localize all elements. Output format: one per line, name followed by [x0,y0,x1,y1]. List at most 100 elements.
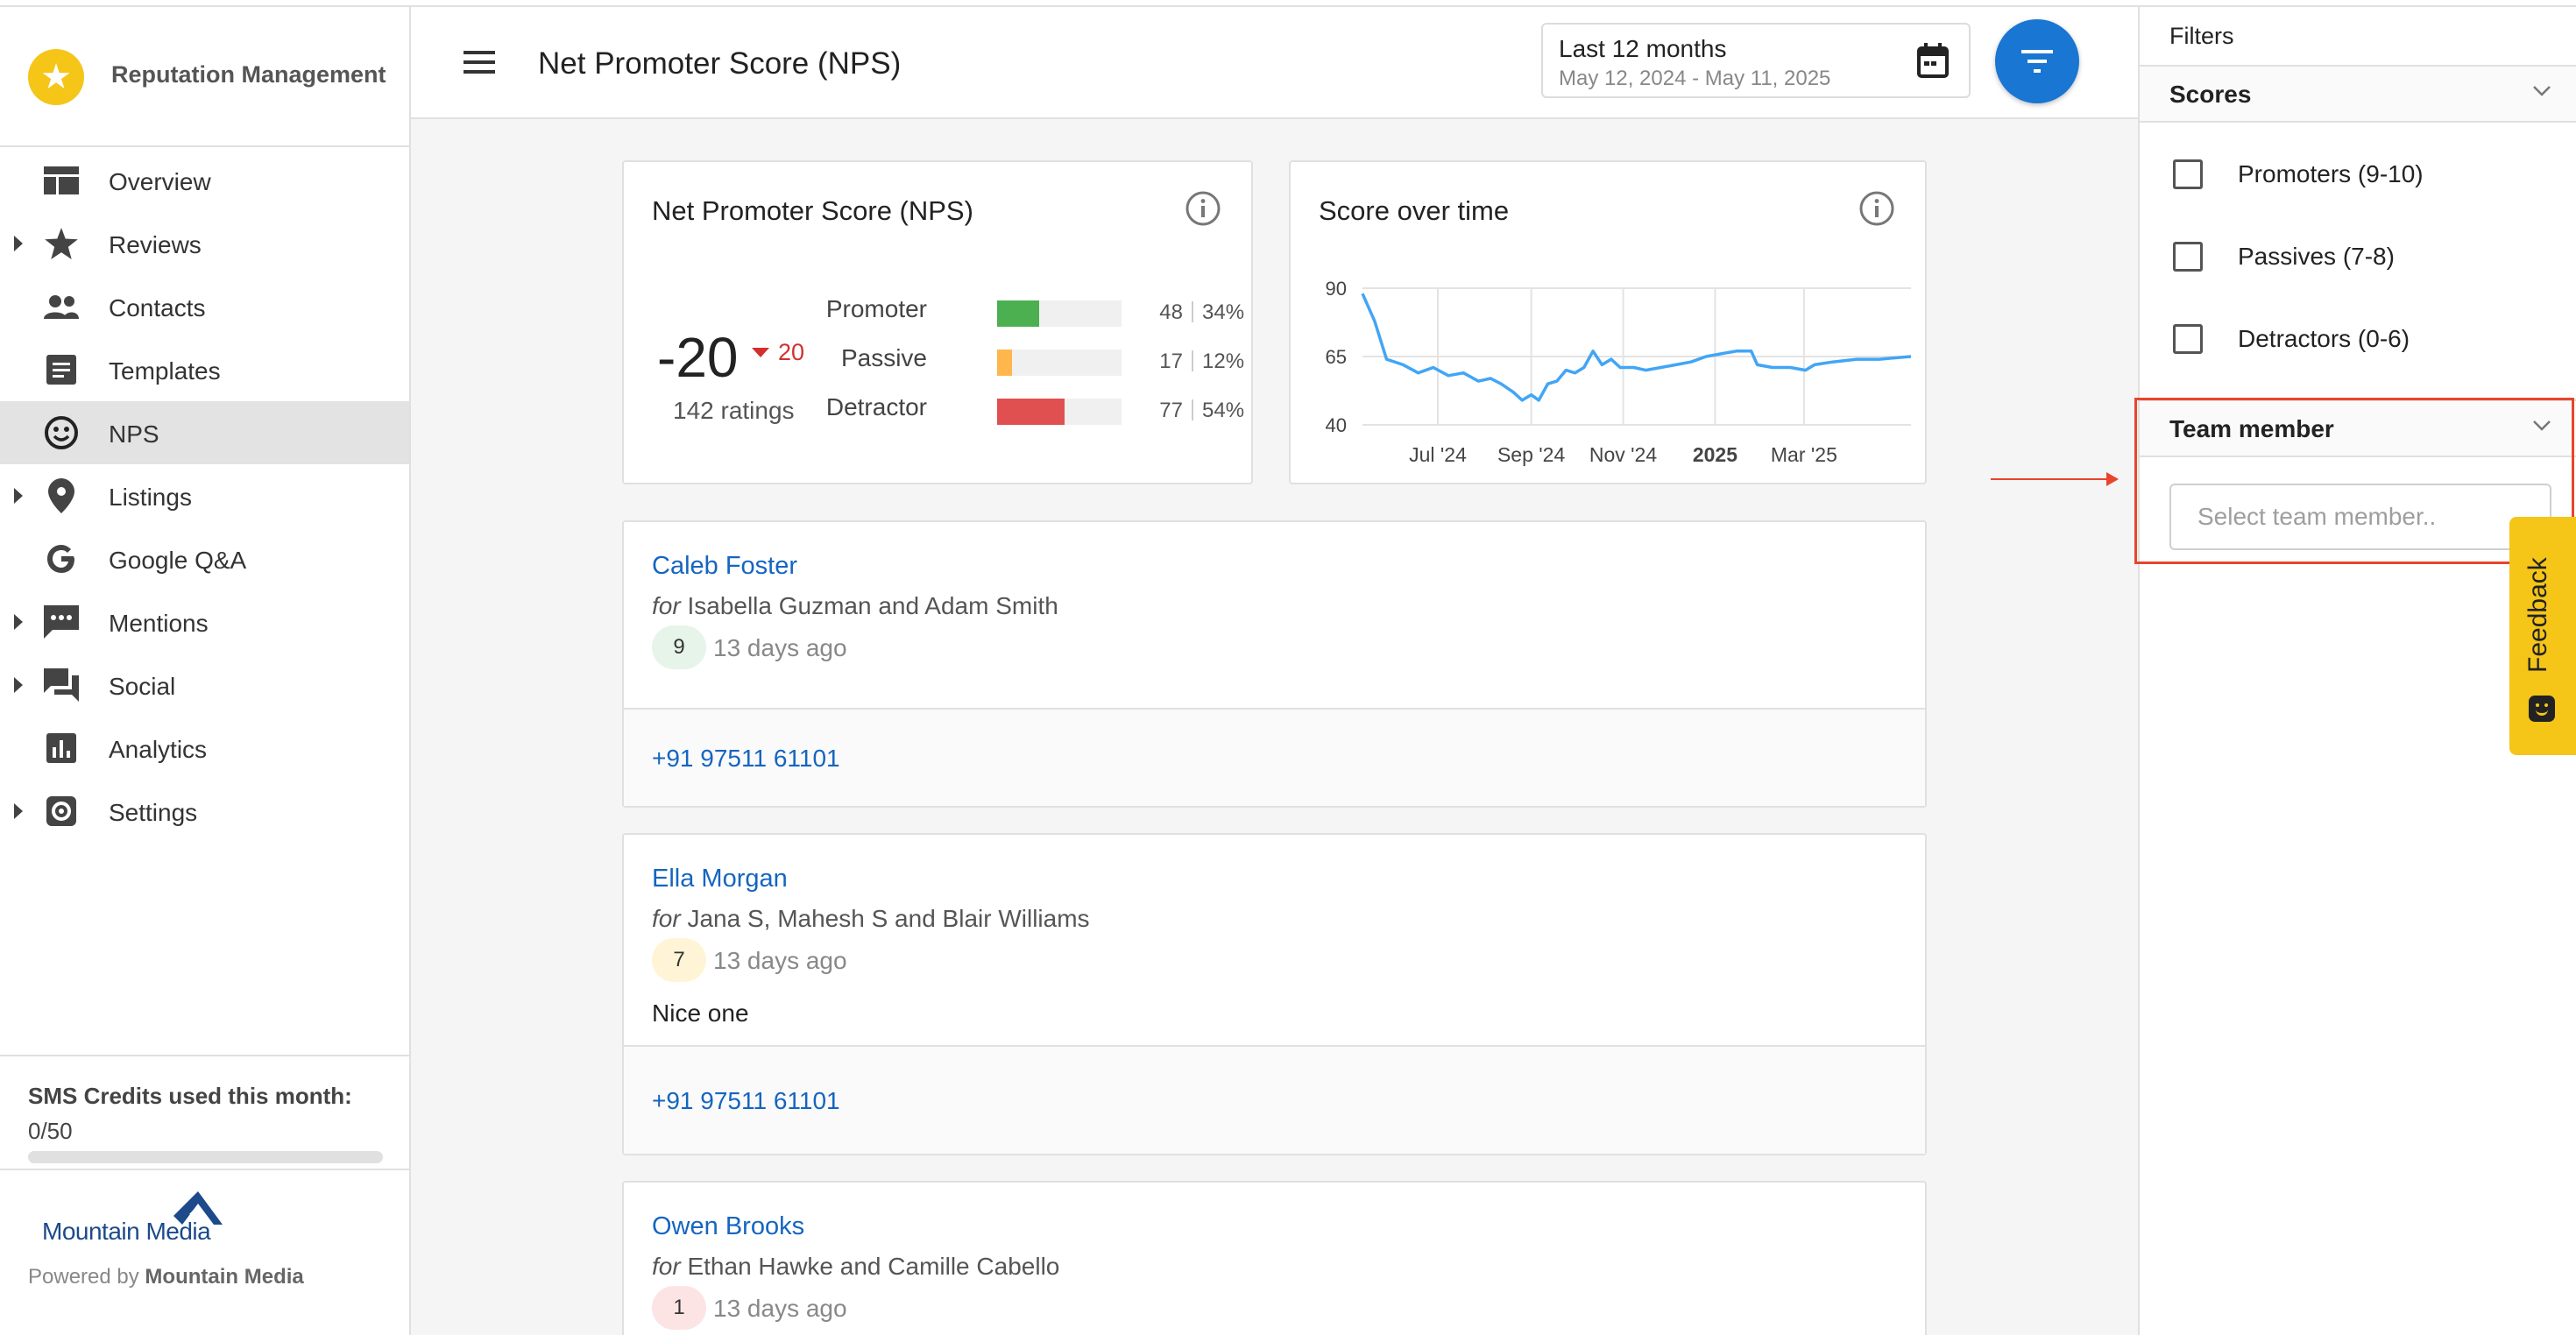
team-member-section-label: Team member [2169,415,2334,442]
top-border [0,0,2576,7]
distribution-percent: 34% [1202,300,1245,324]
expand-caret-icon[interactable] [14,488,23,504]
review-phone-link[interactable]: +91 97511 61101 [652,745,840,773]
sidebar-item-overview[interactable]: Overview [0,149,409,212]
expand-caret-icon[interactable] [14,236,23,251]
chart-x-tick-label: 2025 [1693,443,1737,466]
score-filter-checkbox[interactable] [2173,159,2203,189]
sms-credits-progress-bar [28,1151,383,1163]
sidebar-item-settings[interactable]: Settings [0,780,409,843]
distribution-count: 17 [1159,350,1183,373]
date-range-label: Last 12 months [1559,35,1727,62]
star-icon [44,228,79,259]
team-member-input[interactable] [2197,503,2539,531]
review-phone-link[interactable]: +91 97511 61101 [652,1087,840,1115]
chart-y-tick-label: 65 [1326,346,1347,368]
sidebar-item-analytics[interactable]: Analytics [0,717,409,780]
sidebar-item-label: Social [109,673,176,700]
chevron-down-icon [2533,86,2551,96]
chat-bubble-icon [44,605,79,639]
chart-y-tick-label: 40 [1326,414,1347,436]
sidebar-item-contacts[interactable]: Contacts [0,275,409,338]
sidebar-item-mentions[interactable]: Mentions [0,590,409,653]
expand-caret-icon[interactable] [14,614,23,630]
sms-credits: SMS Credits used this month: 0/50 [0,1055,409,1170]
distribution-bar [997,350,1122,376]
sidebar-item-listings[interactable]: Listings [0,464,409,527]
distribution-bar [997,399,1122,425]
review-for-line: for Ethan Hawke and Camille Cabello [652,1253,1059,1281]
sidebar-item-google-q-a[interactable]: Google Q&A [0,527,409,590]
location-pin-icon [44,478,79,513]
feedback-smiley-icon [2529,696,2555,722]
distribution-bar [997,300,1122,327]
review-for-line: for Isabella Guzman and Adam Smith [652,592,1058,620]
people-icon [44,291,79,322]
powered-by: Powered by Mountain Media [28,1265,304,1289]
score-over-time-chart: 40 65 90 Jul '24 Sep '24 Nov '24 2025 Mar '25 [1326,278,1912,466]
scores-section-header[interactable]: Scores [2140,65,2576,123]
sidebar-nav: Overview Reviews Contacts Templates NPS Listi… [0,149,409,843]
distribution-row-detractor: Detractor 77 54% [825,390,1281,425]
sidebar-item-label: Templates [109,357,221,385]
nps-score-value: -20 [657,326,739,389]
brand-name: Reputation Management [111,61,386,88]
sidebar-item-label: Contacts [109,294,206,321]
sidebar-item-nps[interactable]: NPS [0,401,409,464]
review-for-prefix: for [652,905,681,932]
brand-header: ★ Reputation Management [0,7,409,147]
distribution-percent: 12% [1202,350,1245,373]
review-for-line: for Jana S, Mahesh S and Blair Williams [652,905,1090,933]
distribution-bar-fill [997,399,1065,425]
calendar-icon[interactable] [1916,42,1950,79]
nps-card-title: Net Promoter Score (NPS) [652,195,973,226]
feedback-label: Feedback [2523,557,2552,673]
reviewer-name[interactable]: Ella Morgan [652,865,788,894]
distribution-separator [1192,301,1193,322]
chart-y-tick-label: 90 [1326,278,1347,300]
distribution-count: 77 [1159,399,1183,422]
team-member-select[interactable] [2169,484,2551,550]
page-title: Net Promoter Score (NPS) [538,46,902,81]
reviewer-name[interactable]: Owen Brooks [652,1212,804,1241]
expand-caret-icon[interactable] [14,677,23,693]
nps-summary-card: Net Promoter Score (NPS) -20 20 142 rati… [622,160,1253,484]
info-icon[interactable] [1185,190,1221,227]
review-card: Ella Morgan for Jana S, Mahesh S and Blai… [622,833,1927,1155]
nps-score-change: 20 [778,339,805,365]
review-time: 13 days ago [713,634,847,661]
menu-icon[interactable] [464,51,495,75]
review-for-names: Ethan Hawke and Camille Cabello [687,1253,1060,1280]
sidebar-item-label: NPS [109,420,159,448]
review-card: Owen Brooks for Ethan Hawke and Camille C… [622,1181,1927,1335]
sidebar-item-reviews[interactable]: Reviews [0,212,409,275]
sidebar-item-label: Overview [109,168,211,195]
review-text: Nice one [652,999,749,1027]
distribution-percent: 54% [1202,399,1245,422]
sms-credits-title: SMS Credits used this month: [28,1083,352,1109]
main-content: Net Promoter Score (NPS) Last 12 months … [411,7,2138,1335]
sidebar-item-templates[interactable]: Templates [0,338,409,401]
date-range-picker[interactable]: Last 12 months May 12, 2024 - May 11, 20… [1541,23,1971,98]
score-badge: 1 [652,1286,706,1330]
filter-toggle-button[interactable] [1995,19,2079,103]
gear-icon [44,795,79,827]
score-filter-checkbox[interactable] [2173,242,2203,272]
score-down-arrow-icon [752,348,769,357]
team-member-section-header[interactable]: Team member [2140,399,2576,457]
review-footer: +91 97511 61101 [624,708,1925,806]
review-time: 13 days ago [713,1295,847,1322]
reviewer-name[interactable]: Caleb Foster [652,552,797,581]
distribution-bar-fill [997,300,1040,327]
dashboard-icon [44,165,79,196]
expand-caret-icon[interactable] [14,803,23,819]
page-header: Net Promoter Score (NPS) Last 12 months … [411,7,2138,119]
filter-icon [2021,50,2053,73]
smiley-icon [44,416,79,449]
sidebar-item-social[interactable]: Social [0,653,409,717]
powered-by-prefix: Powered by [28,1265,139,1289]
sidebar: ★ Reputation Management Overview Reviews C… [0,7,411,1335]
score-filter-checkbox[interactable] [2173,324,2203,354]
sidebar-item-label: Reviews [109,231,202,258]
feedback-tab[interactable]: Feedback [2509,517,2576,755]
